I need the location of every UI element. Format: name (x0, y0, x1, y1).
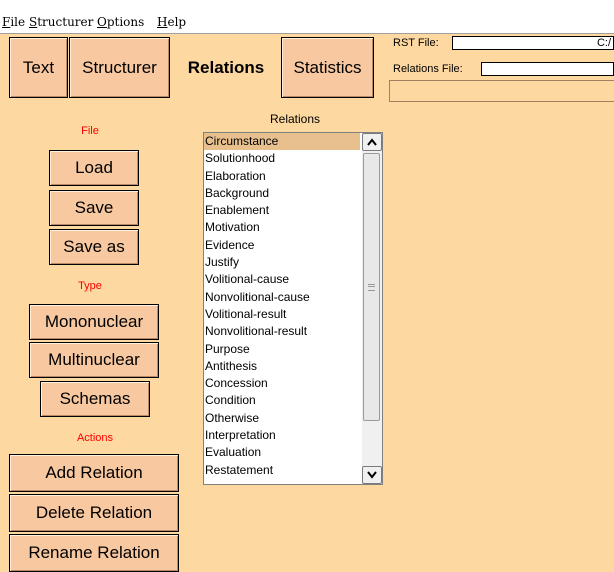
relation-list-item[interactable]: Volitional-result (204, 306, 360, 323)
chevron-up-icon (367, 138, 377, 146)
schemas-button[interactable]: Schemas (40, 381, 150, 417)
menu-structurer[interactable]: Structurer (29, 15, 93, 29)
menu-bar: File Structurer Options Help (0, 0, 614, 34)
relation-list-item[interactable]: Elaboration (204, 168, 360, 185)
rst-file-label: RST File: (393, 37, 439, 49)
relation-list-item[interactable]: Evidence (204, 237, 360, 254)
relation-list-item[interactable]: Restatement (204, 462, 360, 479)
relation-list-item[interactable]: Evaluation (204, 444, 360, 461)
relation-list-item[interactable]: Volitional-cause (204, 271, 360, 288)
tab-text[interactable]: Text (9, 37, 68, 98)
chevron-down-icon (367, 471, 377, 479)
file-section-label: File (81, 125, 99, 137)
relation-list-item[interactable]: Concession (204, 375, 360, 392)
mononuclear-button[interactable]: Mononuclear (29, 304, 159, 340)
add-relation-button[interactable]: Add Relation (9, 454, 179, 492)
menu-file[interactable]: File (2, 15, 25, 29)
relation-list-item[interactable]: Solutionhood (204, 150, 360, 167)
status-panel (389, 80, 614, 102)
actions-section-label: Actions (76, 432, 114, 444)
relation-list-item[interactable]: Enablement (204, 202, 360, 219)
relation-list-item[interactable]: Interpretation (204, 427, 360, 444)
multinuclear-button[interactable]: Multinuclear (29, 342, 159, 378)
load-button[interactable]: Load (49, 150, 139, 186)
relations-scrollbar[interactable] (362, 133, 382, 484)
menu-options[interactable]: Options (97, 15, 144, 29)
type-section-label: Type (78, 280, 102, 292)
tab-statistics[interactable]: Statistics (281, 37, 374, 98)
relations-items: Circumstance Solutionhood Elaboration Backg… (204, 133, 360, 479)
title-strip (0, 0, 614, 13)
delete-relation-button[interactable]: Delete Relation (9, 494, 179, 532)
relation-list-item[interactable]: Justify (204, 254, 360, 271)
rename-relation-button[interactable]: Rename Relation (9, 534, 179, 572)
relation-list-item[interactable]: Condition (204, 392, 360, 409)
relation-list-item[interactable]: Otherwise (204, 410, 360, 427)
scroll-thumb[interactable] (363, 153, 380, 421)
rst-file-field[interactable]: C:/ (452, 36, 614, 50)
relation-list-item[interactable]: Circumstance (204, 133, 360, 151)
menu-help[interactable]: Help (157, 15, 186, 29)
scroll-down-button[interactable] (362, 466, 382, 484)
relation-list-item[interactable]: Nonvolitional-cause (204, 289, 360, 306)
relation-list-item[interactable]: Antithesis (204, 358, 360, 375)
tab-relations[interactable]: Relations (172, 37, 280, 98)
tab-structurer[interactable]: Structurer (69, 37, 170, 98)
relation-list-item[interactable]: Background (204, 185, 360, 202)
relations-file-label: Relations File: (393, 63, 463, 75)
relation-list-item[interactable]: Purpose (204, 341, 360, 358)
relations-listbox[interactable]: Circumstance Solutionhood Elaboration Backg… (203, 132, 383, 485)
scroll-up-button[interactable] (362, 133, 382, 151)
grip-icon (368, 283, 375, 291)
save-button[interactable]: Save (49, 190, 139, 226)
relations-file-field[interactable] (481, 62, 614, 76)
relations-list-title: Relations (269, 112, 321, 126)
relation-list-item[interactable]: Nonvolitional-result (204, 323, 360, 340)
save-as-button[interactable]: Save as (49, 229, 139, 265)
relation-list-item[interactable]: Motivation (204, 219, 360, 236)
